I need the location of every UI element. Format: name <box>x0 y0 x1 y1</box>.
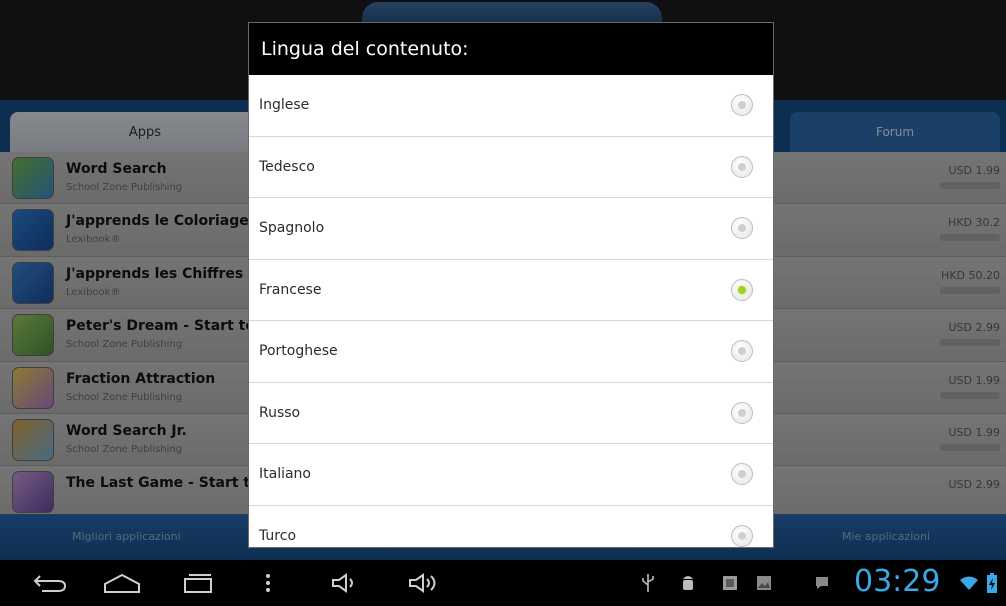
radio-button[interactable] <box>731 340 753 363</box>
radio-dot <box>738 224 746 233</box>
option-label: Russo <box>259 404 301 421</box>
language-option-turco[interactable]: Turco <box>249 506 773 548</box>
volume-up-icon[interactable] <box>406 560 442 606</box>
radio-dot <box>738 470 746 479</box>
language-option-portoghese[interactable]: Portoghese <box>249 321 773 383</box>
radio-button[interactable] <box>731 401 753 424</box>
option-label: Tedesco <box>259 158 315 175</box>
system-bar: 03:29 <box>0 560 1006 606</box>
radio-dot <box>738 285 746 294</box>
radio-dot <box>738 101 746 110</box>
option-label: Portoghese <box>259 343 338 360</box>
menu-icon[interactable] <box>258 560 278 606</box>
notification-icon <box>810 560 834 606</box>
language-option-spagnolo[interactable]: Spagnolo <box>249 198 773 260</box>
usb-icon <box>636 560 660 606</box>
volume-down-icon[interactable] <box>328 560 362 606</box>
wifi-icon <box>957 560 981 606</box>
status-clock: 03:29 <box>854 564 941 599</box>
back-icon[interactable] <box>28 560 72 606</box>
language-option-russo[interactable]: Russo <box>249 383 773 444</box>
option-label: Inglese <box>259 97 310 114</box>
language-option-francese[interactable]: Francese <box>249 260 773 321</box>
option-label: Italiano <box>259 466 311 483</box>
option-label: Spagnolo <box>259 220 325 237</box>
radio-button[interactable] <box>731 155 753 178</box>
radio-button-selected[interactable] <box>731 278 753 301</box>
radio-dot <box>738 347 746 356</box>
radio-dot <box>738 162 746 171</box>
radio-dot <box>738 531 746 540</box>
battery-icon <box>982 560 1002 606</box>
radio-dot <box>738 408 746 417</box>
language-option-inglese[interactable]: Inglese <box>249 75 773 137</box>
radio-button[interactable] <box>731 463 753 486</box>
language-option-tedesco[interactable]: Tedesco <box>249 137 773 198</box>
language-option-italiano[interactable]: Italiano <box>249 444 773 506</box>
dialog-title: Lingua del contenuto: <box>249 23 773 75</box>
radio-button[interactable] <box>731 524 753 547</box>
content-language-dialog: Lingua del contenuto: Inglese Tedesco Sp… <box>248 22 774 548</box>
option-label: Francese <box>259 281 322 298</box>
radio-button[interactable] <box>731 217 753 240</box>
radio-button[interactable] <box>731 94 753 117</box>
android-debug-icon <box>676 560 700 606</box>
option-label: Turco <box>259 527 297 544</box>
recent-apps-icon[interactable] <box>176 560 220 606</box>
gallery-icon <box>752 560 776 606</box>
home-icon[interactable] <box>100 560 144 606</box>
screenshot-icon <box>718 560 742 606</box>
